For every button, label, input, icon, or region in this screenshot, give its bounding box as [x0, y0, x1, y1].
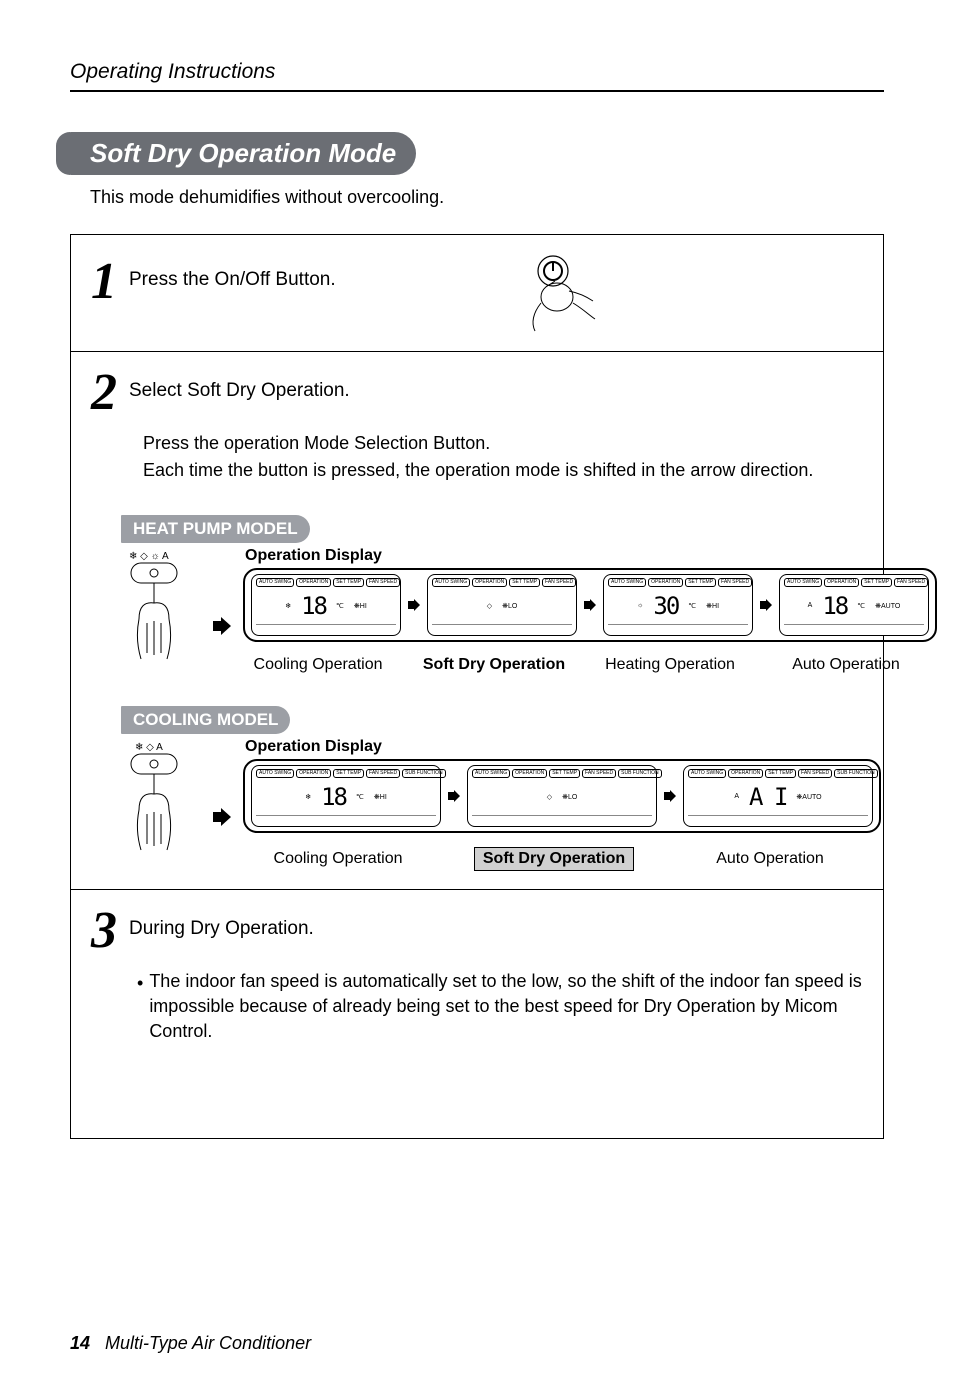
op-display-label-cool: Operation Display — [245, 738, 881, 756]
drop-icon: ◇ — [547, 793, 552, 801]
cooling-model-row: ❄ ◇ A Operation Display — [121, 738, 863, 871]
caption-cool-softdry: Soft Dry Operation — [474, 847, 634, 871]
auto-icon: A — [808, 602, 813, 609]
power-button-illustration — [513, 253, 603, 333]
remote-illustration-cool: ❄ ◇ A — [121, 738, 201, 858]
footer-title: Multi-Type Air Conditioner — [105, 1333, 311, 1353]
remote-illustration-heat: ❄ ◇ ☼ A — [121, 547, 201, 667]
caption-heating: Heating Operation — [595, 656, 745, 674]
auto-icon: A — [734, 793, 739, 800]
step3-number: 3 — [91, 908, 117, 955]
heat-panels-row: AUTO SWING OPERATION SET TEMP FAN SPEED … — [243, 568, 937, 642]
op-display-label-heat: Operation Display — [245, 547, 937, 565]
caption-softdry: Soft Dry Operation — [419, 656, 569, 674]
arrow-icon — [583, 599, 597, 611]
step-3: 3 During Dry Operation. • The indoor fan… — [91, 908, 863, 1108]
snowflake-icon: ❄ — [285, 602, 291, 610]
heat-panel-auto: AUTO SWING OPERATION SET TEMP FAN SPEED … — [779, 574, 929, 636]
bullet-icon: • — [137, 969, 143, 1045]
step3-text: During Dry Operation. — [129, 908, 863, 940]
step1-number: 1 — [91, 259, 117, 306]
step3-bullet: • The indoor fan speed is automatically … — [137, 969, 863, 1045]
step2-number: 2 — [91, 370, 117, 417]
step2-sub1: Press the operation Mode Selection Butto… — [143, 431, 863, 456]
caption-cool-cooling: Cooling Operation — [243, 850, 433, 868]
arrow-icon — [447, 790, 461, 802]
heat-panel-cooling: AUTO SWING OPERATION SET TEMP FAN SPEED … — [251, 574, 401, 636]
sun-icon: ☼ — [637, 602, 643, 609]
step2-text: Select Soft Dry Operation. — [129, 370, 863, 402]
step1-text: Press the On/Off Button. — [129, 259, 505, 291]
step-1: 1 Press the On/Off Button. — [91, 259, 863, 333]
heat-panel-softdry: AUTO SWING OPERATION SET TEMP FAN SPEED … — [427, 574, 577, 636]
drop-icon: ◇ — [487, 602, 492, 610]
arrow-icon — [759, 599, 773, 611]
cool-panel-auto: AUTO SWING OPERATION SET TEMP FAN SPEED … — [683, 765, 873, 827]
step-2: 2 Select Soft Dry Operation. Press the o… — [91, 370, 863, 871]
arrow-icon — [407, 599, 421, 611]
cool-panel-cooling: AUTO SWING OPERATION SET TEMP FAN SPEED … — [251, 765, 441, 827]
step3-bullet-text: The indoor fan speed is automatically se… — [149, 969, 863, 1045]
cool-panels-row: AUTO SWING OPERATION SET TEMP FAN SPEED … — [243, 759, 881, 833]
heat-panel-heating: AUTO SWING OPERATION SET TEMP FAN SPEED … — [603, 574, 753, 636]
heat-pump-row: ❄ ◇ ☼ A Operation Display — [121, 547, 863, 674]
divider — [71, 889, 883, 890]
page-header: Operating Instructions — [70, 60, 884, 92]
caption-cooling: Cooling Operation — [243, 656, 393, 674]
arrow-to-panels — [211, 547, 233, 635]
caption-cool-auto: Auto Operation — [675, 850, 865, 868]
steps-container: 1 Press the On/Off Button. 2 Select So — [70, 234, 884, 1139]
step2-sub2: Each time the button is pressed, the ope… — [143, 458, 863, 483]
page-footer: 14 Multi-Type Air Conditioner — [70, 1333, 311, 1354]
snowflake-icon: ❄ — [305, 793, 311, 801]
divider — [71, 351, 883, 352]
remote-icons-text: ❄ ◇ ☼ A — [129, 551, 169, 562]
arrow-icon — [663, 790, 677, 802]
cooling-model-label: COOLING MODEL — [121, 706, 290, 734]
svg-text:❄ ◇ A: ❄ ◇ A — [135, 742, 163, 753]
cool-panel-softdry: AUTO SWING OPERATION SET TEMP FAN SPEED … — [467, 765, 657, 827]
caption-auto: Auto Operation — [771, 656, 921, 674]
heat-pump-label: HEAT PUMP MODEL — [121, 515, 310, 543]
arrow-to-panels — [211, 738, 233, 826]
header-title: Operating Instructions — [70, 60, 884, 84]
section-title: Soft Dry Operation Mode — [70, 132, 416, 175]
intro-text: This mode dehumidifies without overcooli… — [90, 187, 884, 208]
page-number: 14 — [70, 1333, 90, 1353]
